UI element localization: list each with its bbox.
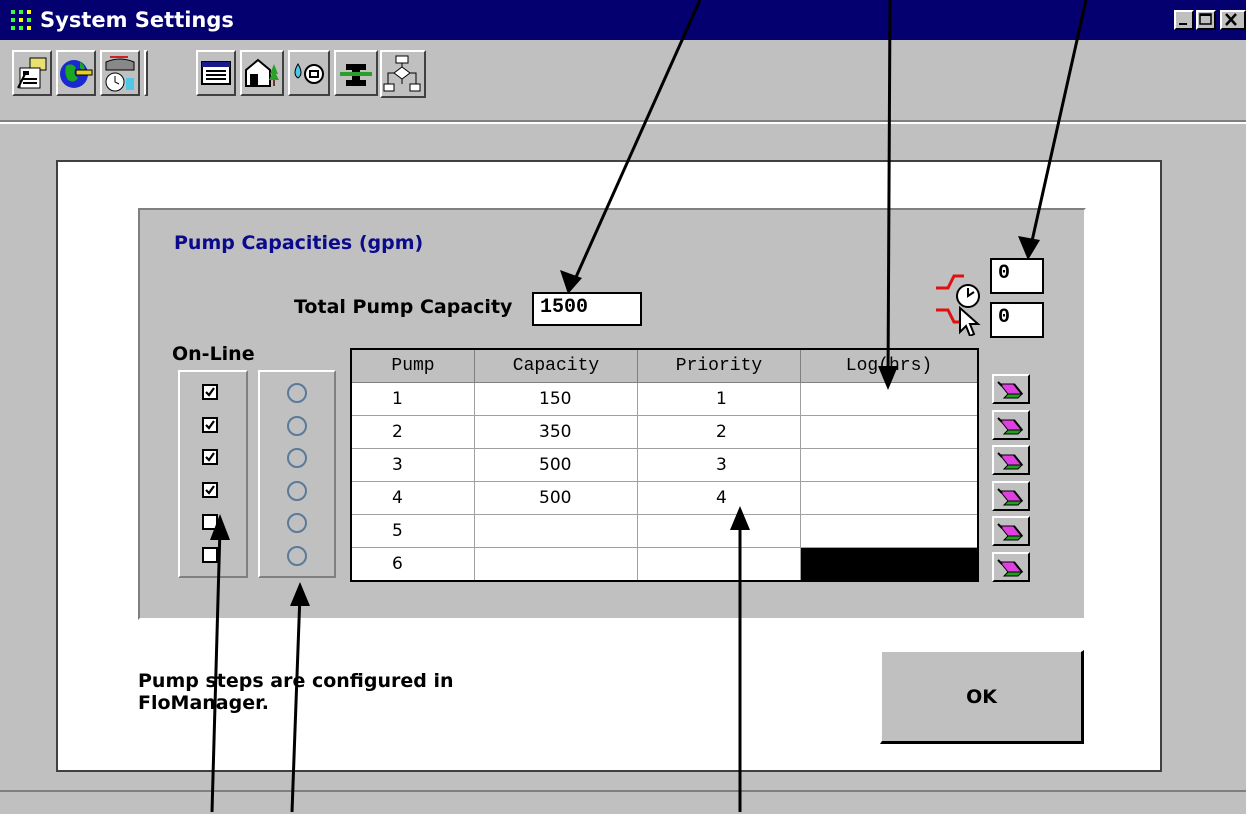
log-cell[interactable]	[800, 448, 979, 482]
flow-meter-clock-icon	[105, 56, 135, 92]
table-header-row: Pump Capacity Priority Log(hrs)	[350, 348, 979, 383]
edit-pump-button[interactable]	[992, 516, 1030, 546]
pump-cell[interactable]: 6	[350, 547, 475, 582]
step-radio[interactable]	[287, 480, 307, 501]
online-checkbox[interactable]	[202, 384, 218, 400]
table-row[interactable]: 3 500 3	[350, 448, 979, 482]
pump-cell[interactable]: 2	[350, 415, 475, 449]
step-radio[interactable]	[287, 383, 307, 403]
table-row[interactable]: 6	[350, 547, 979, 582]
note-line-1: Pump steps are configured in	[138, 670, 454, 692]
flowchart-icon	[383, 55, 421, 92]
title-bar: System Settings	[0, 0, 1246, 40]
online-checkbox[interactable]	[202, 416, 218, 433]
toolbar-separator	[0, 120, 1246, 124]
capacity-cell[interactable]: 500	[474, 481, 638, 515]
log-cell-selected[interactable]	[800, 547, 979, 582]
priority-cell[interactable]	[637, 514, 801, 548]
column-header-pump: Pump	[350, 348, 475, 383]
window-title: System Settings	[40, 8, 234, 32]
step-radio[interactable]	[287, 448, 307, 468]
column-header-capacity: Capacity	[474, 348, 638, 383]
table-icon	[201, 61, 231, 85]
priority-cell[interactable]: 2	[637, 415, 801, 449]
online-checkbox[interactable]	[202, 481, 218, 498]
online-label: On-Line	[172, 343, 255, 365]
water-button[interactable]	[288, 50, 330, 96]
step-radio[interactable]	[287, 545, 307, 566]
step-radio[interactable]	[287, 415, 307, 436]
water-drop-icon	[294, 63, 324, 84]
flowchart-button[interactable]	[380, 50, 426, 98]
table-row[interactable]: 2 350 2	[350, 415, 979, 449]
pencil-icon	[997, 487, 1024, 505]
step-radio[interactable]	[287, 513, 307, 533]
toolbar-spacer	[144, 50, 148, 96]
pencil-icon	[997, 416, 1024, 434]
online-checkbox[interactable]	[202, 546, 218, 563]
table-button[interactable]	[196, 50, 236, 96]
edit-pump-button[interactable]	[992, 480, 1030, 511]
edit-pump-button[interactable]	[992, 409, 1030, 440]
app-icon	[10, 9, 32, 31]
delay-off-field[interactable]: 0	[990, 302, 1044, 338]
column-header-log: Log(hrs)	[800, 348, 979, 383]
site-button[interactable]	[240, 50, 284, 96]
pump-cell[interactable]: 5	[350, 514, 475, 548]
pump-cell[interactable]: 3	[350, 448, 475, 482]
pump-delay-icon	[934, 266, 986, 338]
delay-on-field[interactable]: 0	[990, 258, 1044, 294]
pencil-icon	[997, 558, 1024, 576]
capacity-cell[interactable]	[474, 547, 638, 582]
pump-table: Pump Capacity Priority Log(hrs) 1 150 1 …	[350, 348, 979, 582]
controller-button[interactable]	[12, 50, 52, 96]
pipe-button[interactable]	[334, 50, 378, 96]
house-tree-icon	[245, 58, 279, 87]
controller-icon	[17, 57, 47, 89]
log-cell[interactable]	[800, 415, 979, 449]
globe-ruler-icon	[60, 60, 93, 88]
ok-button[interactable]: OK	[880, 650, 1084, 744]
pencil-icon	[997, 381, 1024, 399]
priority-cell[interactable]	[637, 547, 801, 582]
pencil-icon	[997, 452, 1024, 470]
log-cell[interactable]	[800, 514, 979, 548]
group-title: Pump Capacities (gpm)	[174, 232, 424, 254]
table-row[interactable]: 4 500 4	[350, 481, 979, 515]
priority-cell[interactable]: 3	[637, 448, 801, 482]
maximize-button[interactable]	[1196, 10, 1216, 30]
close-button[interactable]	[1220, 10, 1246, 30]
edit-pump-button[interactable]	[992, 551, 1030, 582]
capacity-cell[interactable]: 350	[474, 415, 638, 449]
pump-cell[interactable]: 1	[350, 382, 475, 416]
capacity-cell[interactable]: 150	[474, 382, 638, 416]
total-capacity-label: Total Pump Capacity	[294, 296, 513, 318]
online-checkbox[interactable]	[202, 514, 218, 530]
pump-steps-note: Pump steps are configured in FloManager.	[138, 670, 454, 714]
total-capacity-field[interactable]: 1500	[532, 292, 642, 326]
note-line-2: FloManager.	[138, 692, 269, 714]
pencil-icon	[997, 523, 1024, 541]
edit-pump-button[interactable]	[992, 374, 1030, 404]
table-row[interactable]: 5	[350, 514, 979, 548]
minimize-button[interactable]	[1174, 10, 1194, 30]
capacity-cell[interactable]	[474, 514, 638, 548]
map-button[interactable]	[56, 50, 96, 96]
capacity-cell[interactable]: 500	[474, 448, 638, 482]
log-cell[interactable]	[800, 382, 979, 416]
pipe-icon	[340, 64, 372, 86]
log-cell[interactable]	[800, 481, 979, 515]
table-row[interactable]: 1 150 1	[350, 382, 979, 416]
online-checkbox[interactable]	[202, 449, 218, 465]
flow-meter-button[interactable]	[100, 50, 140, 96]
priority-cell[interactable]: 1	[637, 382, 801, 416]
column-header-priority: Priority	[637, 348, 801, 383]
pump-cell[interactable]: 4	[350, 481, 475, 515]
priority-cell[interactable]: 4	[637, 481, 801, 515]
status-bar	[0, 790, 1246, 814]
edit-pump-button[interactable]	[992, 445, 1030, 475]
